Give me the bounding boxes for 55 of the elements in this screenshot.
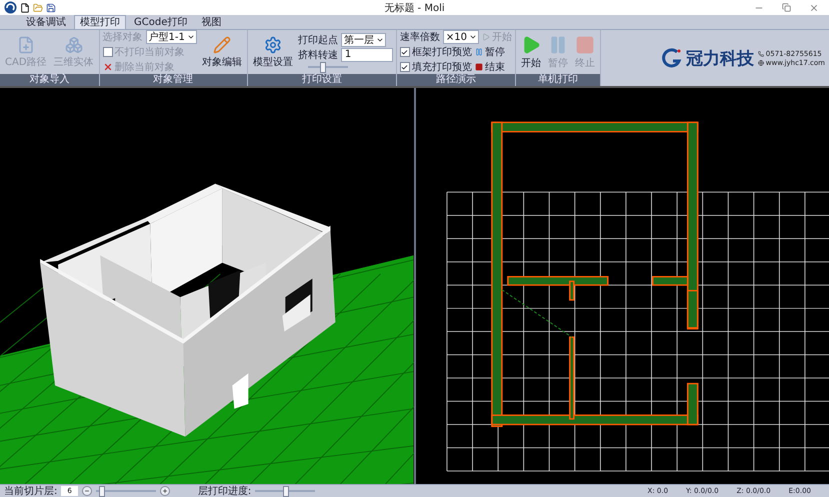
checkbox[interactable]: 填充打印预览 [400,60,472,74]
company-name: 冠力科技 [686,48,754,70]
checkbox[interactable]: 框架打印预览 [400,45,472,59]
plus-icon[interactable] [160,486,170,496]
caret-icon [468,33,477,41]
progress-label: 层打印进度: [198,484,252,497]
group-label: 打印设置 [248,74,396,86]
caret-icon [376,36,384,44]
group-label: 对象导入 [0,74,99,86]
caret-icon [186,33,195,41]
settings-icon [264,36,282,54]
preview-stop-button[interactable]: 结束 [474,60,505,74]
menu-tab[interactable]: 模型打印 [74,15,126,29]
file-plus-icon [16,36,35,54]
slider-thumb[interactable] [283,486,290,497]
slider-thumb[interactable] [98,486,105,497]
edit-object-button[interactable]: 对象编辑 [200,34,244,70]
select-label: 选择对象 [102,30,143,44]
phone-icon [758,50,764,56]
pencil-icon [212,36,231,54]
minus-icon[interactable] [82,486,92,496]
start-layer-select[interactable]: 第一层 [340,33,386,47]
window-title: 无标题 - Moli [384,2,445,14]
play-icon [482,33,490,41]
close-icon[interactable] [809,2,819,12]
stop-icon [574,34,595,54]
field-label: 挤料转速 [298,48,338,62]
pause-icon [474,48,483,56]
group-label: 单机打印 [516,74,600,86]
group-label: 路径演示 [396,74,515,86]
slider-thumb[interactable] [320,62,326,73]
object-select[interactable]: 户型1-1 [146,30,197,44]
x-icon [102,62,113,72]
speed-input[interactable]: 1 [340,48,393,62]
app-logo-icon[interactable] [4,1,17,14]
restore-icon[interactable] [782,2,791,12]
field-label: 打印起点 [298,34,338,47]
stop-icon [474,63,483,71]
model-settings-button[interactable]: 模型设置 [250,34,295,70]
group-label: 对象管理 [100,74,247,86]
save-icon[interactable] [46,2,56,12]
globe-icon [758,60,764,66]
layer-label: 当前切片层: [4,484,58,497]
menu-tab[interactable]: 设备调试 [20,15,72,29]
menu-tab[interactable]: GCode打印 [128,15,194,29]
rate-select[interactable]: ×10 [442,30,479,44]
check-icon [401,64,408,70]
menu-tab[interactable]: 视图 [195,15,228,29]
preview-pause-button[interactable]: 暂停 [474,45,505,59]
print-button[interactable]: 开始 [518,34,543,70]
cubes-icon [64,36,83,54]
check-icon [401,48,408,56]
field-label: 速率倍数 [400,30,440,44]
company-logo-icon [662,48,682,68]
new-file-icon[interactable] [20,2,30,12]
